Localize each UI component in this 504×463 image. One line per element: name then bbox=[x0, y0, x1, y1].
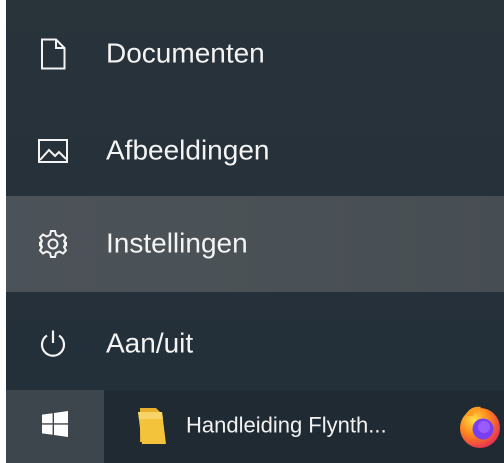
document-icon bbox=[36, 37, 70, 71]
windows-logo-icon bbox=[42, 411, 68, 442]
start-menu-item-label: Instellingen bbox=[106, 227, 248, 259]
start-menu-item-label: Afbeeldingen bbox=[106, 134, 270, 166]
taskbar-item-label: Handleiding Flynth... bbox=[186, 412, 387, 438]
folder-icon bbox=[136, 406, 168, 451]
start-menu-item-label: Documenten bbox=[106, 37, 265, 69]
start-menu-item-label: Aan/uit bbox=[106, 327, 194, 359]
start-menu-item-instellingen[interactable]: Instellingen bbox=[6, 196, 504, 292]
screen: Documenten Afbeeldingen Instellingen Aan… bbox=[0, 0, 504, 463]
firefox-icon[interactable] bbox=[456, 402, 504, 450]
taskbar-item-explorer-window[interactable]: Handleiding Flynth... bbox=[124, 390, 416, 463]
gear-icon bbox=[36, 227, 70, 261]
start-menu-item-documenten[interactable]: Documenten bbox=[6, 10, 504, 98]
start-menu-item-aan-uit[interactable]: Aan/uit bbox=[6, 300, 504, 388]
start-button[interactable] bbox=[6, 390, 104, 463]
start-menu-item-afbeeldingen[interactable]: Afbeeldingen bbox=[6, 107, 504, 195]
pictures-icon bbox=[36, 134, 70, 168]
power-icon bbox=[36, 327, 70, 361]
start-menu: Documenten Afbeeldingen Instellingen Aan… bbox=[6, 0, 504, 390]
taskbar: Handleiding Flynth... bbox=[6, 390, 504, 463]
